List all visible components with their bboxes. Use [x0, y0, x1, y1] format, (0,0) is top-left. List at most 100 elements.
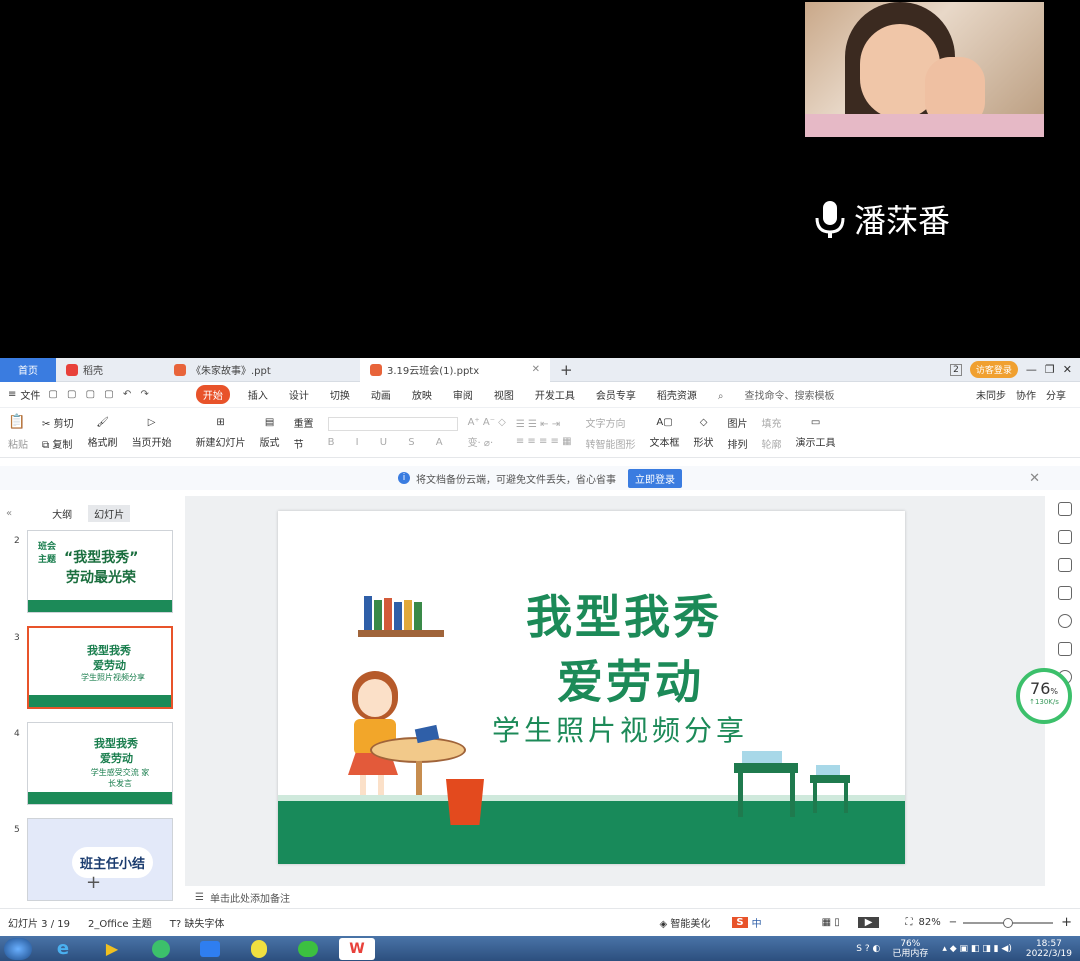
text-direction-button[interactable]: 文字方向 — [586, 415, 636, 430]
zoom-out-button[interactable]: − — [949, 917, 957, 928]
smart-beautify-button[interactable]: ◈ 智能美化 — [660, 915, 711, 930]
smart-graphic-button[interactable]: 转智能图形 — [586, 436, 636, 451]
tab-outline[interactable]: 大纲 — [52, 506, 72, 521]
menu-slideshow[interactable]: 放映 — [412, 387, 432, 402]
fit-window-icon[interactable]: ⛶ — [905, 917, 912, 928]
ie-icon[interactable]: e — [45, 938, 81, 960]
fill-button[interactable]: 填充 — [762, 415, 782, 430]
font-style-buttons[interactable]: B I U S A — [328, 437, 458, 448]
textbox-icon[interactable]: A▢ — [656, 417, 672, 428]
zoom-slider[interactable] — [963, 917, 1054, 928]
missing-font-button[interactable]: T? 缺失字体 — [170, 915, 225, 930]
hamburger-icon[interactable]: ≡ — [8, 389, 16, 400]
menu-developer[interactable]: 开发工具 — [535, 387, 575, 402]
tab-docer[interactable]: 稻壳 — [56, 358, 164, 382]
wechat-icon[interactable] — [290, 938, 326, 960]
collab-button[interactable]: 协作 — [1016, 387, 1036, 402]
tray-icons[interactable]: S ? ◐ — [856, 944, 880, 954]
browser-icon[interactable] — [143, 938, 179, 960]
sidebar-backup-icon[interactable] — [1058, 586, 1072, 600]
layout-icon[interactable]: ▤ — [265, 417, 274, 428]
align-buttons[interactable]: ≡ ≡ ≡ ≡ ▦ — [516, 436, 572, 447]
paste-icon[interactable]: 📋 — [8, 414, 28, 430]
sidebar-settings-icon[interactable] — [1058, 530, 1072, 544]
cut-button[interactable]: ✂ 剪切 — [42, 415, 74, 430]
memory-gauge[interactable]: 76% ↑130K/s — [1016, 668, 1072, 724]
menu-insert[interactable]: 插入 — [248, 387, 268, 402]
section-button[interactable]: 节 — [294, 436, 314, 451]
font-size-buttons[interactable]: A⁺ A⁻ ◇ — [468, 417, 506, 428]
new-tab-button[interactable]: + — [550, 358, 583, 382]
copy-button[interactable]: ⧉ 复制 — [42, 436, 74, 451]
tray-status-icons[interactable]: ▴ ◆ ▣ ◧ ◨ ▮ ◀) — [942, 944, 1012, 954]
list-buttons[interactable]: ☰ ☰ ⇤ ⇥ — [516, 419, 572, 430]
new-slide-icon[interactable]: ⊞ — [216, 417, 224, 428]
menu-transition[interactable]: 切换 — [330, 387, 350, 402]
new-slide-button[interactable]: 新建幻灯片 — [196, 434, 246, 449]
menu-view[interactable]: 视图 — [494, 387, 514, 402]
menu-file[interactable]: 文件 — [20, 387, 40, 402]
shape-icon[interactable]: ◇ — [700, 417, 708, 428]
layout-button[interactable]: 版式 — [260, 434, 280, 449]
sogou-ime-icon[interactable]: S — [732, 917, 748, 928]
command-search[interactable]: ⌕ 查找命令、搜索模板 — [718, 387, 856, 402]
close-window-icon[interactable]: ✕ — [1063, 363, 1072, 376]
sidebar-help-icon[interactable] — [1058, 614, 1072, 628]
login-now-button[interactable]: 立即登录 — [628, 468, 682, 488]
menu-member[interactable]: 会员专享 — [596, 387, 636, 402]
menu-start[interactable]: 开始 — [195, 385, 230, 404]
paste-button[interactable]: 粘贴 — [8, 436, 28, 451]
menu-design[interactable]: 设计 — [289, 387, 309, 402]
ime-mode[interactable]: 中 — [752, 915, 762, 930]
share-button[interactable]: 分享 — [1046, 387, 1066, 402]
zoom-slider-handle[interactable] — [1003, 917, 1014, 928]
current-slide[interactable]: 我型我秀 爱劳动 学生照片视频分享 — [278, 511, 905, 864]
reset-button[interactable]: 重置 — [294, 415, 314, 430]
shape-button[interactable]: 形状 — [694, 434, 714, 449]
menu-review[interactable]: 审阅 — [453, 387, 473, 402]
play-from-current-button[interactable]: 当页开始 — [132, 434, 172, 449]
login-button[interactable]: 访客登录 — [969, 361, 1018, 378]
slide-thumbnail-4[interactable]: 我型我秀 爱劳动 学生感受交流 家长发言 — [27, 722, 173, 805]
present-tools-icon[interactable]: ▭ — [811, 417, 820, 428]
restore-icon[interactable]: ❐ — [1045, 363, 1055, 376]
wps-taskbar-icon[interactable]: W — [339, 937, 375, 960]
quick-access-icons[interactable]: ▢ ▢ ▢ ▢ ↶ ↷ — [48, 389, 151, 400]
collapse-panel-icon[interactable]: « — [6, 508, 12, 519]
present-tools-button[interactable]: 演示工具 — [796, 434, 836, 449]
close-notice-icon[interactable]: ✕ — [1029, 471, 1040, 486]
tab-slides[interactable]: 幻灯片 — [88, 504, 131, 522]
minimize-icon[interactable]: — — [1026, 363, 1037, 376]
tab-current-file[interactable]: 3.19云班会(1).pptx ✕ — [360, 357, 550, 382]
media-player-icon[interactable]: ▶ — [94, 938, 130, 960]
play-icon[interactable]: ▷ — [148, 417, 156, 428]
tab-zhujia[interactable]: 《朱家故事》.ppt — [164, 358, 360, 382]
arrange-button[interactable]: 排列 — [728, 436, 748, 451]
bulb-app-icon[interactable] — [241, 938, 277, 960]
close-tab-icon[interactable]: ✕ — [532, 364, 540, 375]
font-name-select[interactable] — [327, 417, 458, 431]
picture-button[interactable]: 图片 — [728, 415, 748, 430]
textbox-button[interactable]: 文本框 — [650, 434, 680, 449]
add-slide-button[interactable]: + — [86, 872, 101, 893]
format-painter-icon[interactable]: 🖌 — [96, 417, 109, 428]
meeting-app-icon[interactable] — [192, 938, 228, 960]
menu-resources[interactable]: 稻壳资源 — [657, 387, 697, 402]
sidebar-tool-icon[interactable] — [1058, 502, 1072, 516]
slide-thumbnail-3[interactable]: 我型我秀 爱劳动 学生照片视频分享 — [27, 626, 173, 709]
slide-thumbnail-2[interactable]: 班会主题 “我型我秀” 劳动最光荣 — [27, 530, 173, 613]
window-count-badge[interactable]: 2 — [950, 363, 962, 376]
effect-buttons[interactable]: 变· ⌀· — [468, 434, 506, 449]
menu-animation[interactable]: 动画 — [371, 387, 391, 402]
outline-button[interactable]: 轮廓 — [762, 436, 782, 451]
view-buttons[interactable]: ▦ ▯ — [822, 917, 840, 928]
clock[interactable]: 18:57 2022/3/19 — [1026, 939, 1072, 959]
notes-area[interactable]: ☰ 单击此处添加备注 — [185, 886, 1045, 908]
slideshow-play-button[interactable]: ▶ — [857, 917, 880, 928]
sidebar-share-icon[interactable] — [1058, 642, 1072, 656]
zoom-in-button[interactable]: + — [1061, 915, 1072, 930]
sidebar-animation-icon[interactable] — [1058, 558, 1072, 572]
tab-home[interactable]: 首页 — [0, 357, 56, 382]
sync-status[interactable]: 未同步 — [976, 387, 1006, 402]
memory-indicator[interactable]: 76% 已用内存 — [892, 939, 928, 959]
